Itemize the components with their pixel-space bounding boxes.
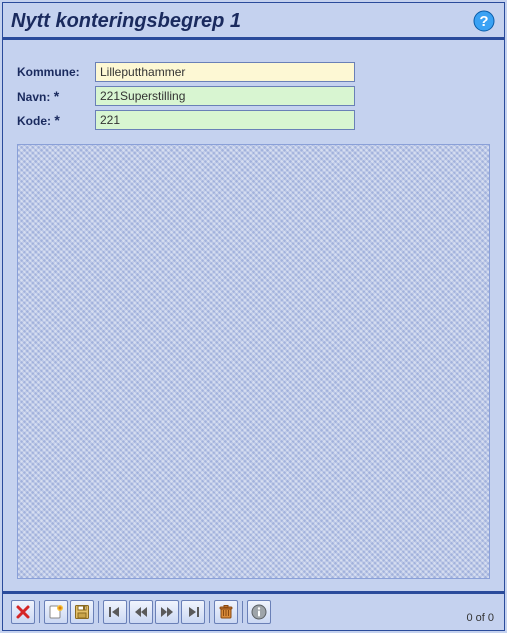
label-kode-text: Kode: [17, 114, 51, 128]
separator [98, 601, 99, 623]
form-rows: Kommune: Navn: * Kode: * [17, 58, 490, 134]
svg-text:?: ? [479, 13, 488, 30]
label-navn-text: Navn: [17, 90, 50, 104]
nav-first-button[interactable] [103, 600, 127, 624]
page-title: Nytt konteringsbegrep 1 [11, 10, 241, 33]
window: Nytt konteringsbegrep 1 ? Kommune: Navn: [2, 2, 505, 631]
new-button[interactable] [44, 600, 68, 624]
cancel-button[interactable] [11, 600, 35, 624]
nav-last-button[interactable] [181, 600, 205, 624]
row-kommune: Kommune: [17, 62, 490, 82]
nav-prev-button[interactable] [129, 600, 153, 624]
detail-panel [17, 144, 490, 579]
form-area: Kommune: Navn: * Kode: * [3, 40, 504, 594]
new-icon [48, 604, 64, 620]
label-kommune-text: Kommune: [17, 65, 80, 79]
label-kode: Kode: * [17, 110, 95, 130]
trash-icon [218, 604, 234, 620]
info-icon [251, 604, 267, 620]
row-kode: Kode: * [17, 110, 490, 130]
help-icon[interactable]: ? [472, 9, 496, 33]
navn-field[interactable] [95, 86, 355, 106]
floppy-icon [74, 604, 90, 620]
kommune-field[interactable] [95, 62, 355, 82]
label-navn: Navn: * [17, 86, 95, 106]
nav-next-button[interactable] [155, 600, 179, 624]
record-counter: 0 of 0 [466, 612, 494, 624]
nav-next-icon [159, 604, 175, 620]
toolbar: 0 of 0 [3, 594, 504, 630]
x-red-icon [15, 604, 31, 620]
required-mark: * [54, 112, 59, 128]
separator [209, 601, 210, 623]
nav-prev-icon [133, 604, 149, 620]
label-kommune: Kommune: [17, 62, 95, 82]
row-navn: Navn: * [17, 86, 490, 106]
separator [39, 601, 40, 623]
separator [242, 601, 243, 623]
delete-button[interactable] [214, 600, 238, 624]
save-button[interactable] [70, 600, 94, 624]
nav-first-icon [107, 604, 123, 620]
info-button[interactable] [247, 600, 271, 624]
titlebar: Nytt konteringsbegrep 1 ? [3, 3, 504, 40]
kode-field[interactable] [95, 110, 355, 130]
nav-last-icon [185, 604, 201, 620]
required-mark: * [54, 88, 59, 104]
